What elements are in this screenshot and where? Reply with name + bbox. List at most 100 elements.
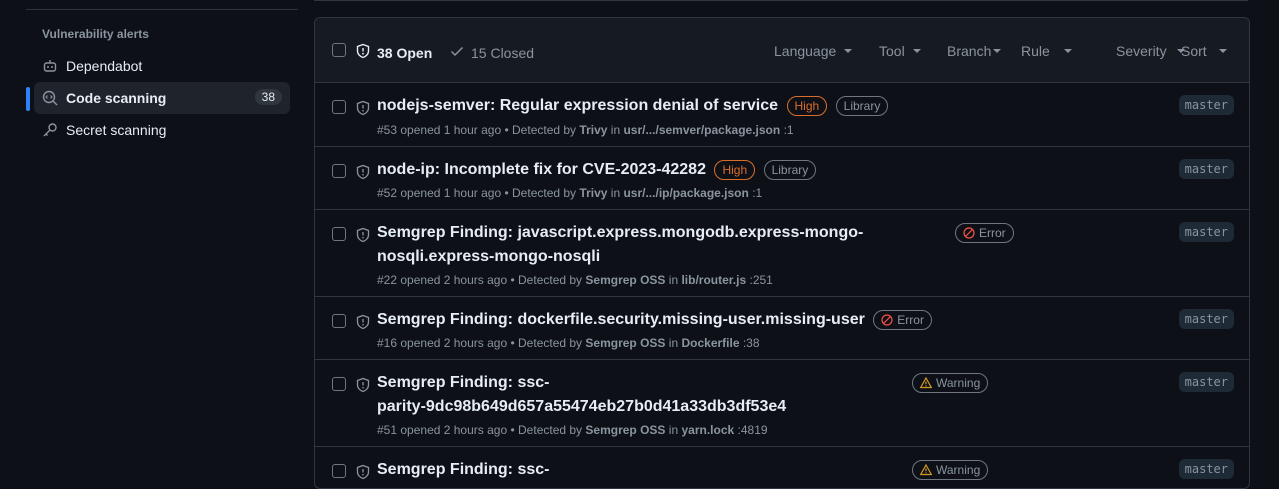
chevron-down-icon	[993, 49, 1002, 53]
alert-title[interactable]: Semgrep Finding: javascript.express.mong…	[377, 221, 863, 245]
severity-text: Warning	[936, 463, 981, 477]
severity-label: High	[786, 95, 828, 116]
in-text: in	[610, 123, 621, 137]
detected-by-text: Detected by	[518, 423, 583, 437]
alert-row[interactable]: nodejs-semver: Regular expression denial…	[315, 83, 1249, 147]
select-all-checkbox[interactable]	[332, 43, 346, 57]
filter-label: Rule	[1021, 43, 1050, 59]
shield-icon	[355, 227, 371, 243]
rule-filter[interactable]: Rule	[1021, 43, 1072, 59]
alert-title-row: node-ip: Incomplete fix for CVE-2023-422…	[377, 158, 817, 182]
alert-opened: opened 2 hours ago	[400, 423, 508, 437]
severity-text: Warning	[936, 376, 981, 390]
in-text: in	[668, 336, 679, 350]
alert-path[interactable]: Dockerfile	[681, 336, 739, 350]
sidebar-heading: Vulnerability alerts	[42, 27, 149, 41]
shield-icon	[355, 100, 371, 116]
alert-title[interactable]: Semgrep Finding: ssc-	[377, 458, 549, 482]
alert-meta: #16 opened 2 hours ago • Detected by Sem…	[377, 336, 760, 350]
alert-path[interactable]: lib/router.js	[681, 273, 746, 287]
filter-label: Severity	[1116, 43, 1167, 59]
alert-meta: #22 opened 2 hours ago • Detected by Sem…	[377, 273, 773, 287]
filter-label: Language	[774, 43, 837, 59]
sort-menu[interactable]: Sort	[1181, 43, 1227, 59]
detected-by-text: Detected by	[518, 273, 583, 287]
sidebar-divider	[26, 9, 298, 10]
tool-filter[interactable]: Tool	[879, 43, 921, 59]
sidebar-item-dependabot[interactable]: Dependabot	[34, 50, 290, 82]
severity-label: High	[714, 159, 756, 180]
alert-opened: opened 1 hour ago	[400, 186, 502, 200]
row-checkbox[interactable]	[332, 100, 346, 114]
in-text: in	[610, 186, 621, 200]
branch-filter[interactable]: Branch	[947, 43, 1002, 59]
sidebar-item-code-scanning[interactable]: Code scanning 38	[34, 82, 290, 114]
alert-path[interactable]: usr/.../semver/package.json	[623, 123, 780, 137]
row-checkbox[interactable]	[332, 227, 346, 241]
alert-line: :1	[783, 123, 794, 137]
codescan-icon	[42, 90, 58, 106]
top-divider	[314, 0, 1248, 1]
chevron-down-icon	[1063, 49, 1072, 53]
row-checkbox[interactable]	[332, 377, 346, 391]
filter-label: Branch	[947, 43, 992, 59]
alert-line: :1	[752, 186, 763, 200]
stop-icon	[881, 314, 893, 326]
sidebar-item-label: Secret scanning	[66, 122, 167, 138]
alert-row[interactable]: Semgrep Finding: javascript.express.mong…	[315, 210, 1249, 297]
alert-title-row: Semgrep Finding: ssc-	[377, 458, 549, 482]
alert-number: #16	[377, 336, 398, 350]
alert-row[interactable]: Semgrep Finding: ssc- Warning master	[315, 447, 1249, 488]
alert-title[interactable]: nodejs-semver: Regular expression denial…	[377, 97, 778, 114]
library-label: Library	[763, 159, 817, 180]
alert-title[interactable]: node-ip: Incomplete fix for CVE-2023-422…	[377, 161, 706, 178]
shield-icon	[355, 43, 371, 62]
row-checkbox[interactable]	[332, 464, 346, 478]
alert-title[interactable]: Semgrep Finding: dockerfile.security.mis…	[377, 311, 865, 328]
severity-filter[interactable]: Severity	[1116, 43, 1185, 59]
chevron-down-icon	[912, 49, 921, 53]
alert-row[interactable]: Semgrep Finding: ssc- parity-9dc98b649d6…	[315, 360, 1249, 447]
branch-label: master	[1178, 159, 1234, 179]
alert-title-continued[interactable]: nosqli.express-mongo-nosqli	[377, 245, 863, 269]
filter-label: Sort	[1181, 43, 1207, 59]
branch-label: master	[1178, 222, 1234, 242]
severity-text: Error	[979, 226, 1006, 240]
severity-label: Warning	[912, 373, 989, 393]
alert-meta: #53 opened 1 hour ago • Detected by Triv…	[377, 123, 794, 137]
detected-by-text: Detected by	[518, 336, 583, 350]
alert-triangle-icon	[920, 464, 932, 476]
row-checkbox[interactable]	[332, 314, 346, 328]
alert-tool: Semgrep OSS	[585, 423, 666, 437]
check-icon	[449, 43, 465, 62]
alert-line: :251	[749, 273, 773, 287]
in-text: in	[668, 423, 679, 437]
alert-tool: Trivy	[579, 186, 608, 200]
closed-filter[interactable]: 15 Closed	[449, 43, 534, 62]
alert-path[interactable]: usr/.../ip/package.json	[623, 186, 748, 200]
branch-label: master	[1178, 459, 1234, 479]
stop-icon	[963, 227, 975, 239]
open-count-label: 38 Open	[377, 44, 433, 61]
alert-path[interactable]: yarn.lock	[681, 423, 734, 437]
shield-icon	[355, 164, 371, 180]
severity-text: Error	[897, 312, 924, 327]
sidebar-item-secret-scanning[interactable]: Secret scanning	[34, 114, 290, 146]
alert-number: #52	[377, 186, 398, 200]
row-checkbox[interactable]	[332, 164, 346, 178]
alert-row[interactable]: node-ip: Incomplete fix for CVE-2023-422…	[315, 147, 1249, 210]
alert-title-row: nodejs-semver: Regular expression denial…	[377, 94, 889, 118]
alert-number: #51	[377, 423, 398, 437]
alert-line: :38	[742, 336, 760, 350]
severity-label: Warning	[912, 460, 989, 480]
branch-label: master	[1178, 372, 1234, 392]
alert-title-continued[interactable]: parity-9dc98b649d657a55474eb27b0d41a33db…	[377, 395, 786, 419]
severity-label: Error	[955, 223, 1014, 243]
language-filter[interactable]: Language	[774, 43, 853, 59]
alert-opened: opened 1 hour ago	[400, 123, 502, 137]
alert-title[interactable]: Semgrep Finding: ssc-	[377, 371, 786, 395]
alert-tool: Semgrep OSS	[585, 336, 666, 350]
open-filter[interactable]: 38 Open	[355, 43, 432, 62]
alert-row[interactable]: Semgrep Finding: dockerfile.security.mis…	[315, 297, 1249, 360]
alert-meta: #51 opened 2 hours ago • Detected by Sem…	[377, 423, 768, 437]
